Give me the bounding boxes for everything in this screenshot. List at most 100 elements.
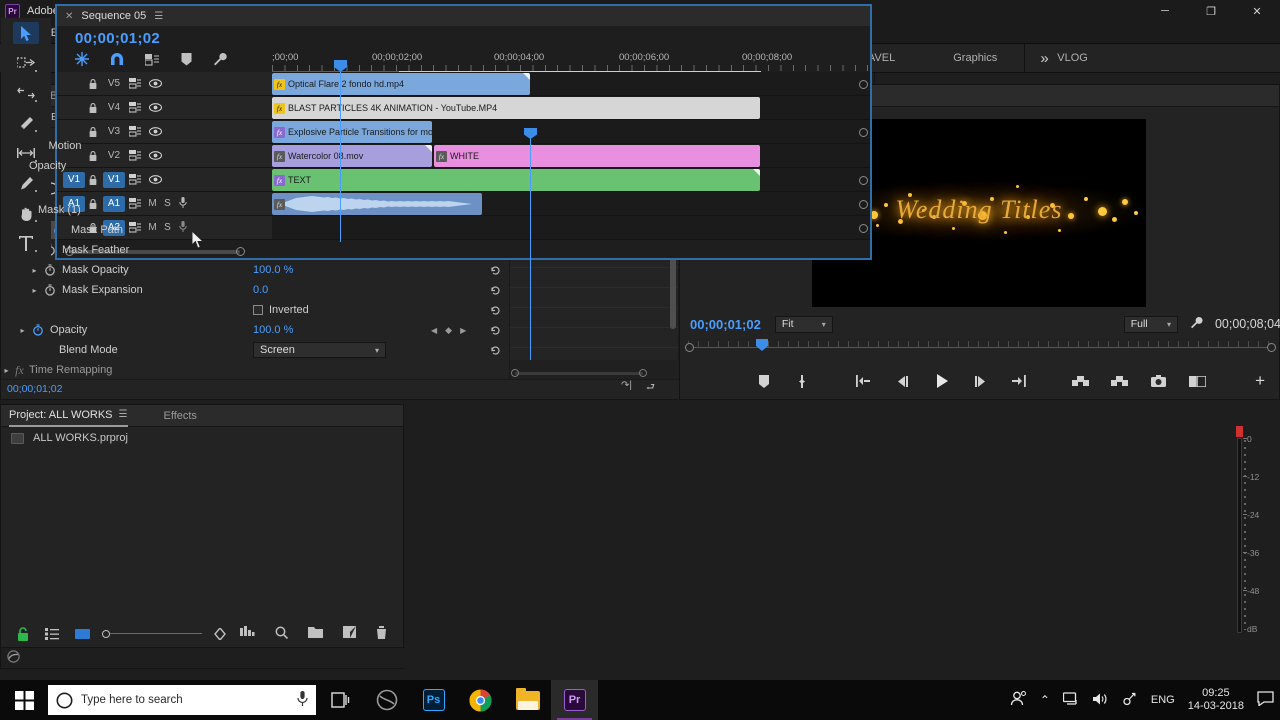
track-v3[interactable]: fx Explosive Particle Transitions for mo [272, 120, 870, 144]
action-center-icon[interactable] [1257, 691, 1274, 709]
track-v2[interactable]: fx Watercolor 08.mov fx WHITE [272, 144, 870, 168]
snap-keyframe-icon[interactable]: ↷| [621, 380, 632, 397]
lock-icon[interactable] [85, 174, 101, 185]
file-explorer-icon[interactable] [504, 680, 551, 720]
export-frame-small-icon[interactable]: ⮐ [646, 380, 655, 397]
linked-selection-icon[interactable] [145, 53, 160, 66]
effect-controls-playhead[interactable] [524, 128, 537, 360]
onedrive-icon[interactable] [1122, 692, 1138, 709]
next-keyframe-icon[interactable]: ▶ [460, 326, 466, 335]
new-item-icon[interactable] [343, 626, 356, 642]
reset-blend-mode-icon[interactable] [490, 345, 501, 356]
chrome-icon[interactable] [457, 680, 504, 720]
timeline-playhead[interactable] [334, 60, 347, 242]
chevron-right-icon[interactable]: ▸ [1, 366, 12, 375]
zoom-slider[interactable] [102, 628, 202, 640]
snap-to-frame-icon[interactable] [75, 52, 89, 66]
inverted-checkbox[interactable] [253, 305, 263, 315]
clip-audio[interactable]: fx [272, 193, 482, 215]
property-inverted[interactable]: Inverted [1, 300, 509, 320]
task-view-icon[interactable] [316, 680, 363, 720]
clip-text[interactable]: fx TEXT [272, 169, 760, 191]
button-editor-icon[interactable] [1189, 373, 1206, 390]
clip-watercolor[interactable]: fx Watercolor 08.mov [272, 145, 432, 167]
volume-icon[interactable] [1092, 692, 1109, 709]
v5-visibility-icon[interactable] [145, 79, 165, 88]
track-v1[interactable]: fx TEXT [272, 168, 870, 192]
step-forward-icon[interactable] [972, 373, 989, 390]
magnet-icon[interactable] [110, 52, 124, 66]
mark-in-out-icon[interactable] [794, 373, 811, 390]
ripple-edit-tool[interactable] [13, 82, 39, 104]
v1-sync-lock-icon[interactable] [125, 174, 145, 185]
tab-project[interactable]: Project: ALL WORKS ☰ [9, 405, 128, 427]
track-height-knob-v3[interactable] [859, 128, 868, 137]
track-head-a1[interactable]: A1 A1 M S [57, 192, 272, 216]
go-to-out-icon[interactable] [1011, 373, 1028, 390]
previous-keyframe-icon[interactable]: ◀ [431, 326, 437, 335]
start-button-icon[interactable] [0, 680, 48, 720]
timeline-settings-icon[interactable] [213, 52, 227, 66]
a1-solo-button[interactable]: S [160, 198, 175, 209]
v4-track-name[interactable]: V4 [103, 100, 125, 116]
track-v5[interactable]: fx Optical Flare 2 fondo hd.mp4 [272, 72, 870, 96]
property-opacity[interactable]: ▸ Opacity 100.0 % ◀ ◆ ▶ [1, 320, 509, 340]
timeline-menu-icon[interactable]: ☰ [154, 11, 163, 22]
track-head-v5[interactable]: V5 [57, 72, 272, 96]
lock-icon[interactable] [17, 627, 29, 641]
list-view-icon[interactable] [45, 628, 59, 640]
stopwatch-icon[interactable] [32, 323, 45, 337]
extract-icon[interactable] [1111, 373, 1128, 390]
add-button-icon[interactable]: + [1255, 371, 1265, 391]
a1-voiceover-icon[interactable] [175, 196, 190, 211]
v1-track-name[interactable]: V1 [103, 171, 125, 188]
pen-tool[interactable] [13, 172, 39, 194]
a2-solo-button[interactable]: S [160, 222, 175, 233]
reset-inverted-icon[interactable] [490, 305, 501, 316]
program-playhead[interactable] [756, 339, 768, 351]
project-breadcrumb[interactable]: ALL WORKS.prproj [1, 427, 403, 449]
track-height-knob-v1[interactable] [859, 176, 868, 185]
v5-sync-lock-icon[interactable] [125, 78, 145, 89]
v1-visibility-icon[interactable] [145, 175, 165, 184]
add-marker-icon[interactable] [755, 373, 772, 390]
photoshop-icon[interactable]: Ps [410, 680, 457, 720]
cortana-icon[interactable] [363, 680, 410, 720]
property-time-remapping[interactable]: ▸ fx Time Remapping [1, 360, 509, 380]
playback-quality-dropdown[interactable]: Full ▾ [1123, 315, 1178, 333]
export-frame-icon[interactable] [1150, 373, 1167, 390]
taskbar-clock[interactable]: 09:25 14-03-2018 [1188, 687, 1244, 713]
track-v4[interactable]: fx BLAST PARTICLES 4K ANIMATION - YouTub… [272, 96, 870, 120]
play-stop-icon[interactable] [933, 373, 950, 390]
a2-sync-lock-icon[interactable] [125, 222, 145, 233]
reset-opacity-param-icon[interactable] [490, 325, 501, 336]
track-height-knob-v5[interactable] [859, 80, 868, 89]
blend-mode-dropdown[interactable]: Screen ▾ [253, 342, 386, 358]
zoom-slider-handle[interactable] [102, 630, 110, 638]
program-zoom-left-handle[interactable] [685, 343, 694, 352]
a1-mute-button[interactable]: M [145, 198, 160, 209]
stopwatch-icon[interactable] [44, 283, 57, 297]
v4-sync-lock-icon[interactable] [125, 102, 145, 113]
stopwatch-icon[interactable] [44, 263, 57, 277]
v4-visibility-icon[interactable] [145, 103, 165, 112]
reset-mask-opacity-icon[interactable] [490, 265, 501, 276]
track-head-v1[interactable]: V1 V1 [57, 168, 272, 192]
fit-zoom-dropdown[interactable]: Fit ▾ [774, 315, 833, 333]
minimize-button[interactable]: ─ [1142, 0, 1188, 22]
creative-cloud-sync-icon[interactable] [6, 650, 21, 666]
razor-tool[interactable] [13, 112, 39, 134]
hand-tool[interactable] [13, 202, 39, 224]
clip-explosive-particle[interactable]: fx Explosive Particle Transitions for mo [272, 121, 432, 143]
scrollbar-right-handle[interactable] [639, 369, 647, 377]
close-button[interactable]: ✕ [1234, 0, 1280, 22]
tab-effects[interactable]: Effects [164, 405, 197, 427]
chevron-right-icon[interactable]: ▸ [17, 326, 28, 335]
timeline-ruler[interactable]: ;00;00 00;00;02;00 00;00;04;00 00;00;06;… [272, 52, 870, 74]
lock-icon[interactable] [85, 150, 101, 161]
property-opacity-value[interactable]: 100.0 % [253, 324, 293, 336]
lock-icon[interactable] [85, 126, 101, 137]
show-hidden-icons-chevron[interactable]: ⌃ [1040, 693, 1050, 707]
workspace-graphics[interactable]: Graphics [947, 44, 1003, 73]
lift-icon[interactable] [1072, 373, 1089, 390]
